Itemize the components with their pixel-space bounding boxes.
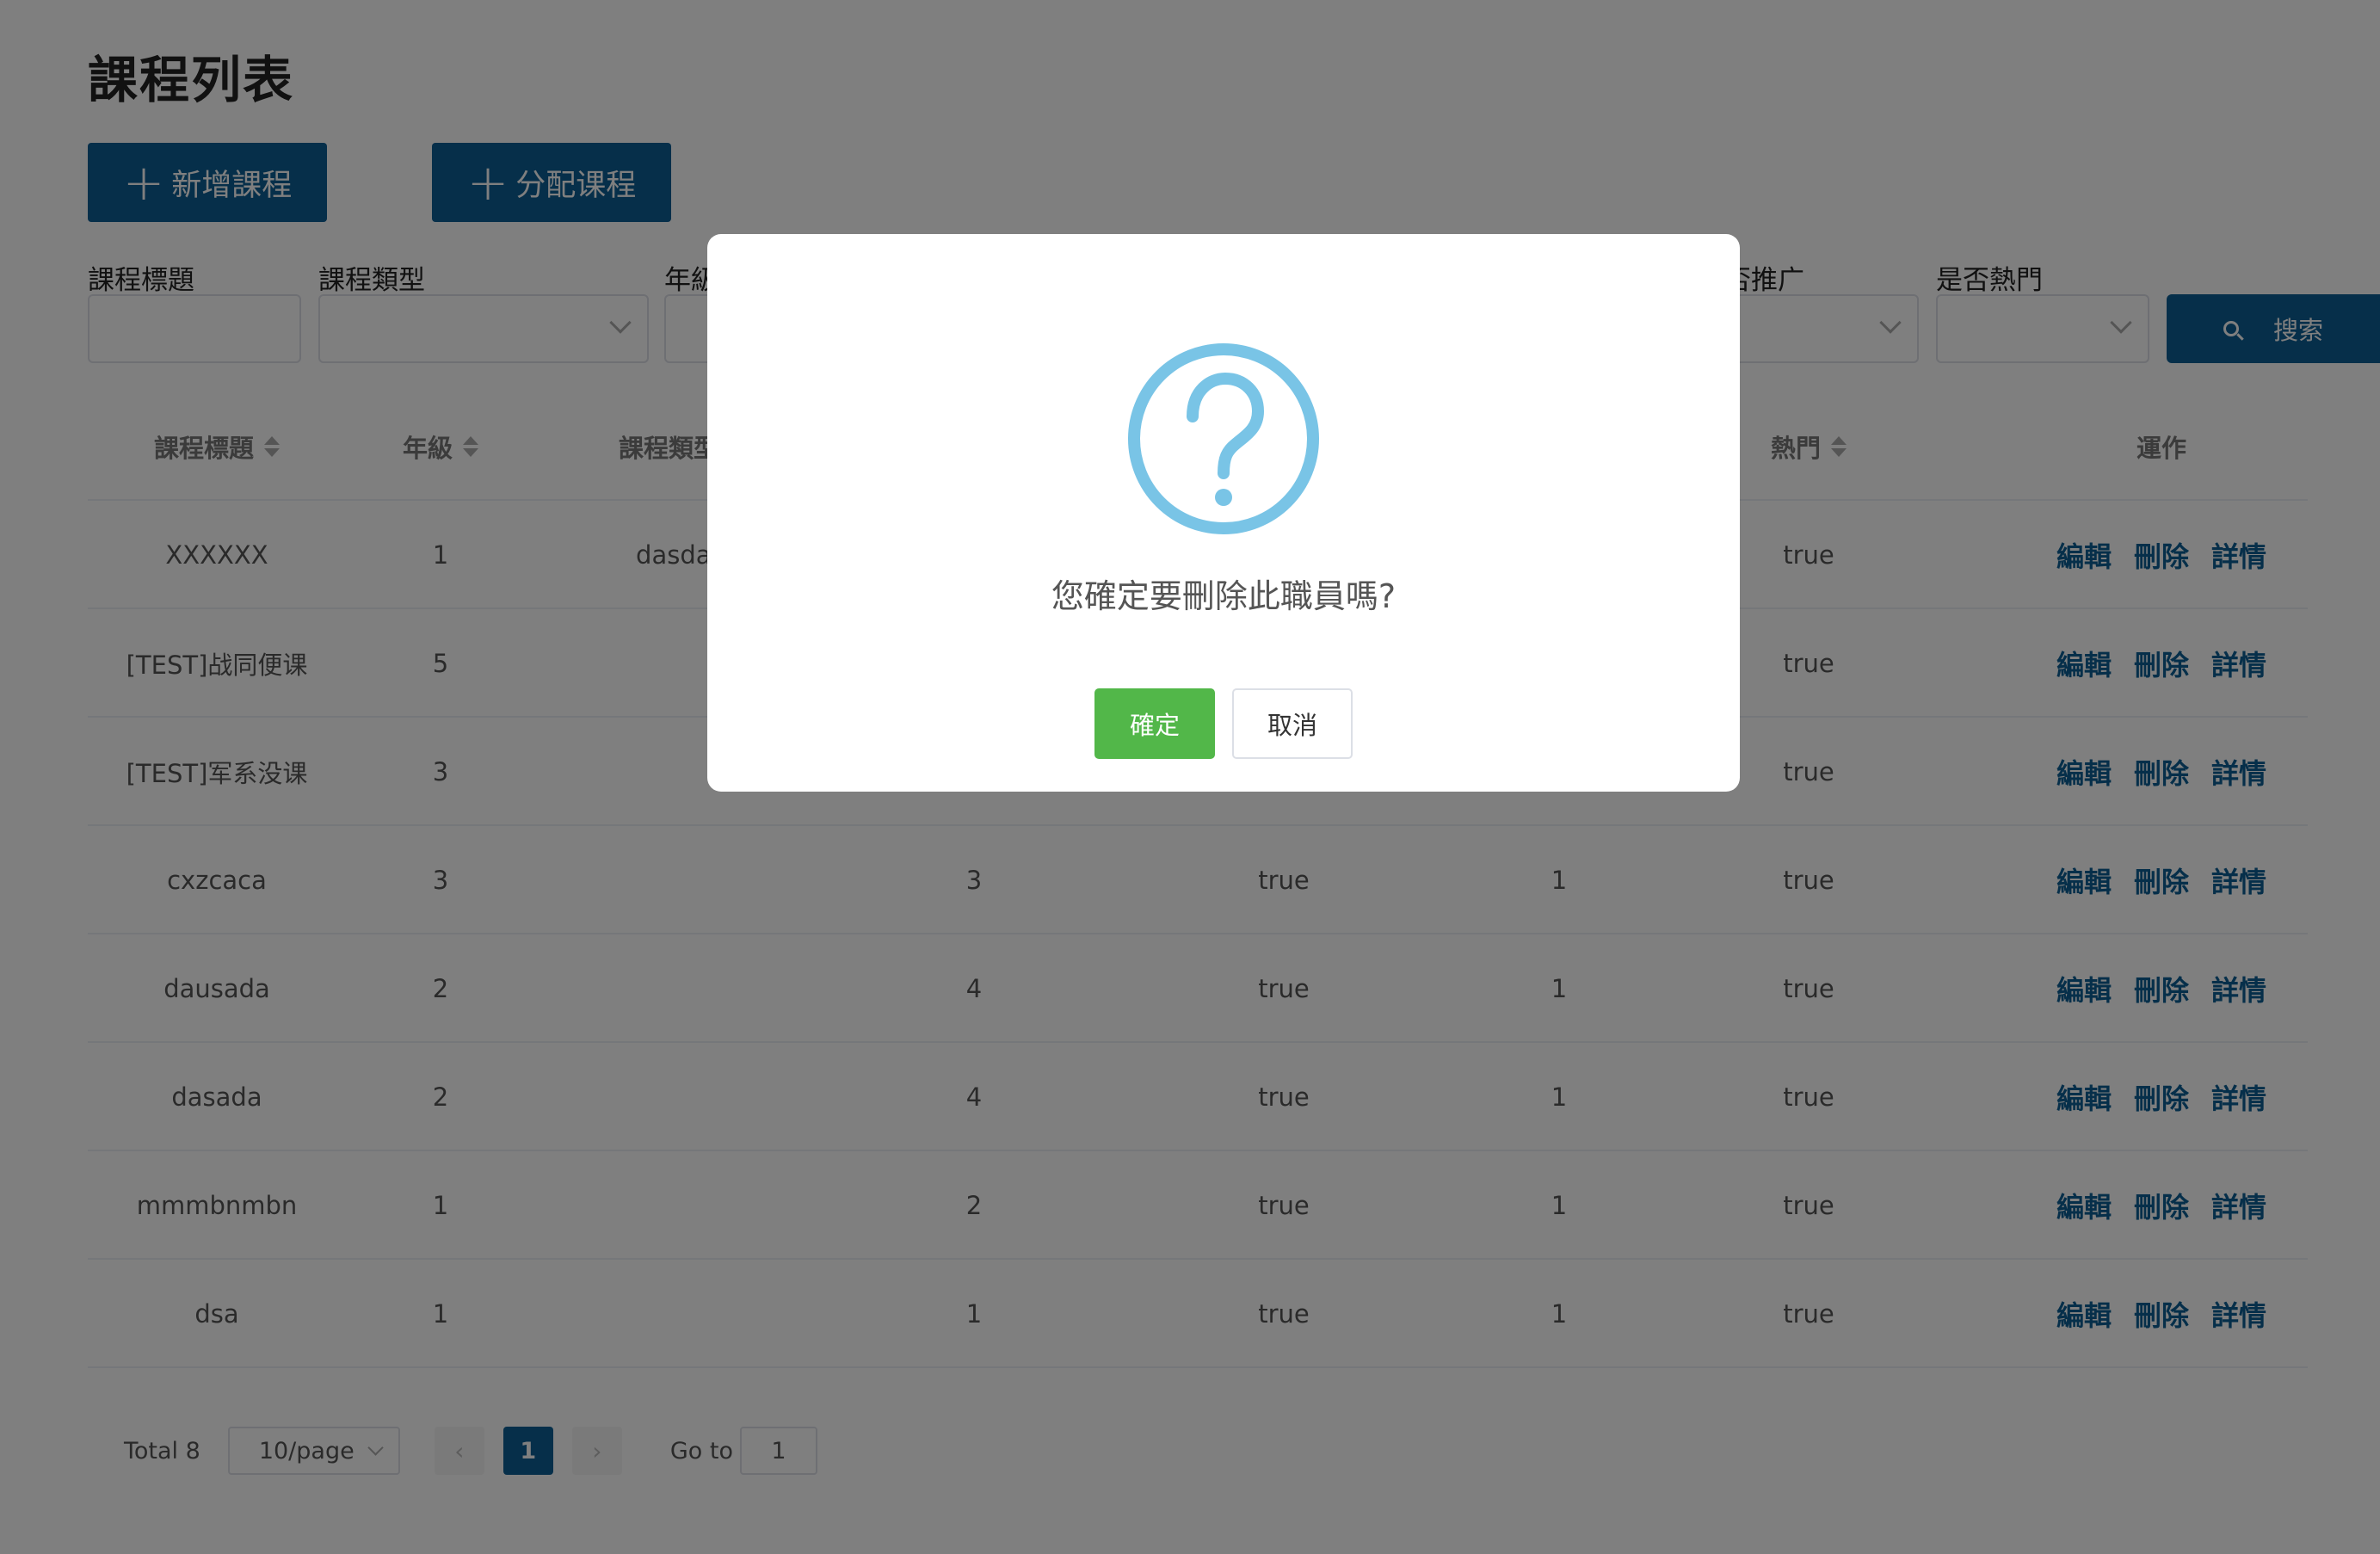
dialog-message: 您確定要刪除此職員嗎?	[1051, 577, 1397, 615]
confirm-button[interactable]: 確定	[1094, 688, 1215, 759]
cancel-button[interactable]: 取消	[1232, 688, 1353, 759]
confirm-dialog: 您確定要刪除此職員嗎? 確定 取消	[707, 234, 1740, 792]
question-circle-icon	[1128, 343, 1319, 534]
